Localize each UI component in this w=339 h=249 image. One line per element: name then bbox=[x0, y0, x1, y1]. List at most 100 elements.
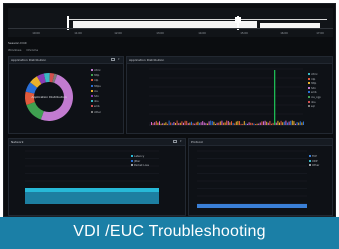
legend-item[interactable]: dns bbox=[91, 100, 99, 103]
legend-item[interactable]: UDP bbox=[309, 159, 317, 163]
panel-title: Protocol bbox=[191, 140, 204, 144]
legend-label: Latency bbox=[134, 155, 145, 158]
legend-item[interactable]: smb bbox=[308, 91, 317, 94]
legend-item[interactable]: hdx bbox=[308, 86, 316, 90]
traffic-bar bbox=[258, 123, 260, 125]
panel-menu-icon[interactable] bbox=[111, 58, 115, 61]
legend-item[interactable]: other bbox=[91, 110, 101, 114]
traffic-bar bbox=[237, 120, 239, 125]
traffic-bar bbox=[160, 123, 162, 125]
traffic-bar bbox=[293, 121, 295, 125]
timeline-overview-line bbox=[67, 19, 327, 20]
breadcrumb-item[interactable]: Windows bbox=[8, 48, 21, 52]
traffic-bar bbox=[178, 123, 180, 125]
traffic-bar bbox=[213, 121, 215, 125]
timeline-tick: 14:00 bbox=[198, 32, 206, 35]
traffic-bar bbox=[269, 120, 271, 125]
traffic-bar bbox=[168, 120, 170, 125]
protocol-band[interactable] bbox=[197, 204, 307, 208]
traffic-bar bbox=[194, 123, 196, 125]
legend-label: ica bbox=[94, 89, 98, 93]
panel-title: Network bbox=[11, 140, 24, 144]
legend-swatch bbox=[308, 73, 310, 75]
legend-item[interactable]: http bbox=[91, 74, 99, 77]
legend-item[interactable]: ica_cgp bbox=[308, 96, 321, 99]
chevron-down-icon[interactable]: ▾ bbox=[180, 139, 182, 143]
legend-label: Packet Loss bbox=[134, 164, 149, 168]
panel-title: Application Distribution bbox=[11, 58, 47, 62]
traffic-bar bbox=[187, 123, 189, 125]
timeline-tick: 12:00 bbox=[114, 32, 122, 35]
legend-item[interactable]: http bbox=[308, 82, 316, 85]
legend-item[interactable]: dns bbox=[308, 100, 316, 104]
traffic-bar bbox=[200, 122, 202, 125]
traffic-bar bbox=[235, 121, 237, 125]
legend-swatch bbox=[308, 77, 310, 80]
legend-swatch bbox=[91, 95, 93, 97]
donut-slice[interactable] bbox=[26, 102, 44, 120]
traffic-bar bbox=[170, 122, 172, 125]
legend-item[interactable]: hdx bbox=[91, 95, 99, 98]
legend-item[interactable]: Other bbox=[309, 164, 319, 167]
legend-item[interactable]: TCP bbox=[309, 155, 317, 158]
legend-label: Other bbox=[312, 164, 320, 168]
legend-item[interactable]: rdp bbox=[91, 79, 98, 82]
legend-swatch bbox=[91, 100, 93, 103]
traffic-bar bbox=[157, 122, 159, 125]
app-distribution-panel: Application Distribution ▾ Application D… bbox=[8, 56, 124, 134]
legend-label: rdp bbox=[311, 77, 316, 81]
traffic-bar bbox=[299, 121, 301, 125]
jitter-band[interactable] bbox=[25, 192, 159, 204]
traffic-bar bbox=[208, 121, 210, 125]
traffic-bar bbox=[167, 123, 168, 125]
spike-bar[interactable] bbox=[274, 70, 276, 125]
legend-swatch bbox=[308, 105, 310, 108]
legend-item[interactable]: Jitter bbox=[131, 159, 140, 163]
traffic-bar bbox=[253, 123, 255, 125]
traffic-bar bbox=[251, 122, 253, 125]
legend-item[interactable]: citrix bbox=[91, 69, 101, 72]
legend-label: TCP bbox=[312, 155, 317, 158]
traffic-bar bbox=[245, 123, 247, 125]
legend-item[interactable]: sql bbox=[308, 105, 315, 108]
legend-swatch bbox=[308, 86, 310, 89]
time-range-selector[interactable]: 10:00 11:00 12:00 13:00 14:00 15:00 16:0… bbox=[8, 8, 333, 37]
timeline-track bbox=[15, 13, 332, 30]
app-timeline-chart bbox=[149, 68, 304, 126]
traffic-bar bbox=[255, 123, 256, 125]
traffic-bar bbox=[287, 122, 288, 125]
legend-item[interactable]: Packet Loss bbox=[131, 164, 149, 167]
legend-label: citrix bbox=[311, 73, 318, 76]
page-title: Session Drill bbox=[8, 41, 27, 45]
legend-item[interactable]: citrix bbox=[308, 73, 318, 76]
donut-chart: Application Distribution bbox=[25, 73, 73, 121]
traffic-bar bbox=[231, 121, 232, 125]
breadcrumb-item[interactable]: Chrome bbox=[26, 48, 38, 52]
legend-label: hdx bbox=[311, 86, 316, 90]
traffic-bar bbox=[226, 120, 228, 125]
panel-menu-icon[interactable] bbox=[173, 140, 177, 143]
chevron-down-icon[interactable]: ▾ bbox=[118, 57, 120, 61]
traffic-bar bbox=[280, 120, 282, 125]
traffic-bar bbox=[152, 123, 154, 125]
traffic-bar bbox=[224, 122, 226, 125]
legend-item[interactable]: https bbox=[91, 84, 101, 88]
legend-swatch bbox=[91, 89, 93, 92]
breadcrumb: Windows Chrome bbox=[8, 48, 42, 52]
legend-item[interactable]: smb bbox=[91, 105, 100, 108]
legend-label: sql bbox=[311, 105, 315, 109]
traffic-bar bbox=[256, 123, 258, 125]
legend-swatch bbox=[91, 74, 93, 77]
legend-item[interactable]: ica bbox=[91, 89, 98, 93]
legend-item[interactable]: Latency bbox=[131, 155, 144, 158]
legend-swatch bbox=[309, 164, 311, 167]
traffic-bar bbox=[179, 122, 181, 125]
traffic-bar bbox=[240, 123, 242, 125]
latency-band[interactable] bbox=[25, 188, 159, 192]
traffic-bar bbox=[234, 123, 236, 125]
timeline-selection[interactable] bbox=[73, 21, 257, 28]
traffic-bar bbox=[303, 121, 304, 125]
legend-item[interactable]: rdp bbox=[308, 77, 316, 81]
legend-swatch bbox=[91, 79, 93, 82]
traffic-bar bbox=[173, 122, 175, 125]
